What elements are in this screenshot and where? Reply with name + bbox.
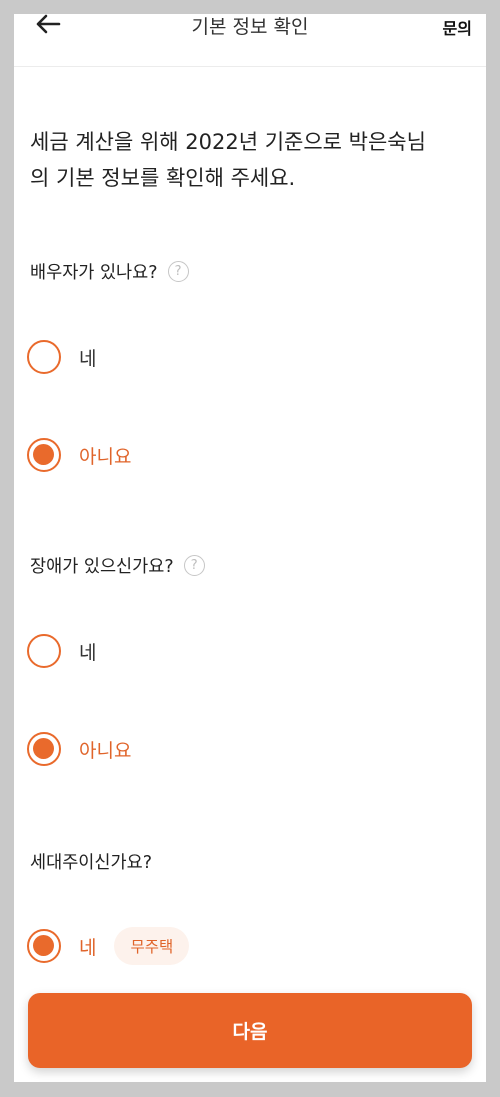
radio-icon[interactable] (27, 634, 61, 668)
intro-text: 세금 계산을 위해 2022년 기준으로 박은숙님 의 기본 정보를 확인해 주… (30, 124, 475, 196)
intro-line-2: 의 기본 정보를 확인해 주세요. (30, 166, 296, 190)
radio-checked-icon[interactable] (27, 438, 61, 472)
next-button[interactable]: 다음 (28, 993, 472, 1068)
option-label: 네 (79, 936, 97, 959)
disability-option-no[interactable]: 아니요 (27, 729, 131, 769)
question-household-head: 세대주이신가요? (30, 849, 152, 874)
question-disability: 장애가 있으신가요? ? (30, 553, 205, 578)
app-screen: 기본 정보 확인 문의 세금 계산을 위해 2022년 기준으로 박은숙님 의 … (14, 14, 486, 1082)
help-icon[interactable]: ? (167, 261, 189, 282)
radio-checked-icon[interactable] (27, 929, 61, 963)
option-label: 네 (79, 347, 97, 370)
help-icon[interactable]: ? (183, 555, 205, 576)
radio-checked-icon[interactable] (27, 732, 61, 766)
intro-line-1: 세금 계산을 위해 2022년 기준으로 박은숙님 (30, 130, 426, 154)
option-label: 네 (79, 641, 97, 664)
spouse-option-no[interactable]: 아니요 (27, 435, 131, 475)
household-option-yes[interactable]: 네 무주택 (27, 926, 190, 966)
option-label: 아니요 (79, 739, 132, 762)
homeless-tag: 무주택 (114, 927, 190, 965)
top-bar: 기본 정보 확인 문의 (14, 14, 486, 67)
radio-icon[interactable] (27, 340, 61, 374)
question-label: 세대주이신가요? (30, 853, 152, 873)
disability-option-yes[interactable]: 네 (27, 631, 96, 671)
question-label: 배우자가 있나요? (30, 263, 158, 283)
page-title: 기본 정보 확인 (191, 16, 309, 38)
spouse-option-yes[interactable]: 네 (27, 337, 96, 377)
option-label: 아니요 (79, 445, 132, 468)
question-spouse: 배우자가 있나요? ? (30, 259, 189, 284)
inquiry-button[interactable]: 문의 (443, 15, 472, 39)
question-label: 장애가 있으신가요? (30, 557, 174, 577)
